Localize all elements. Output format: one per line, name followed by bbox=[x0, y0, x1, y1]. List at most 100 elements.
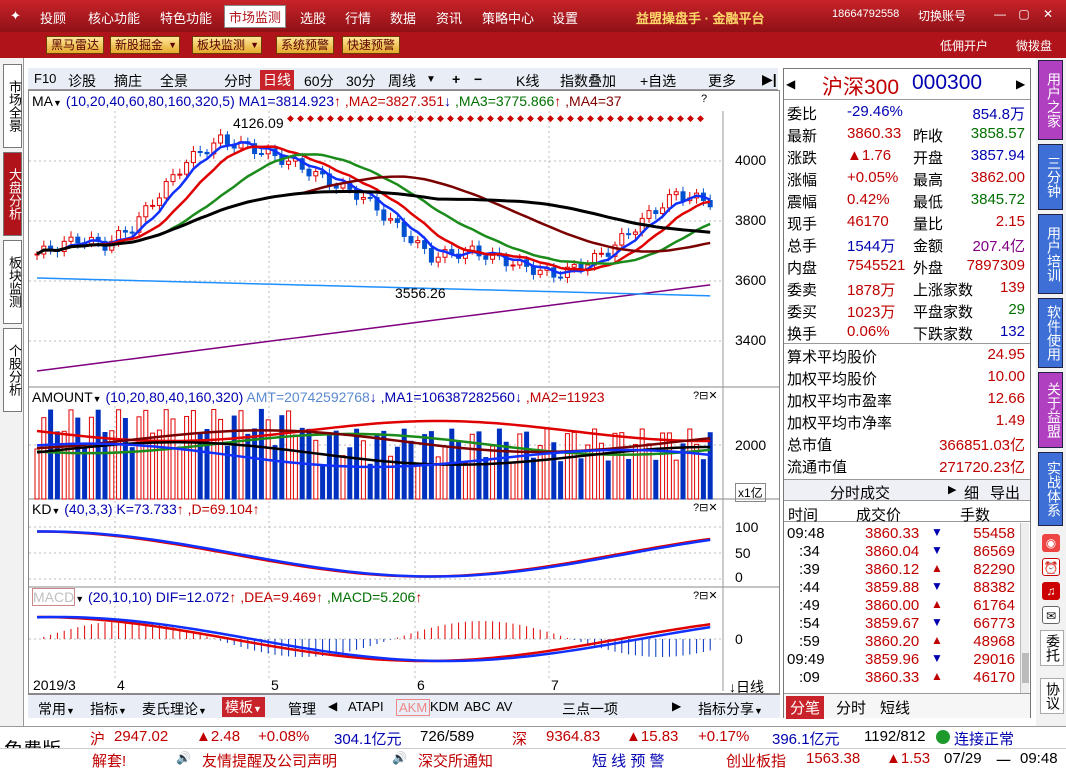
dial-link[interactable]: 微拨盘 bbox=[1016, 37, 1052, 54]
tab-intraday[interactable]: 分时 bbox=[224, 71, 252, 91]
rtab-combat-system[interactable]: 实战体系 bbox=[1038, 452, 1063, 526]
tab-ticks[interactable]: 分笔 bbox=[786, 696, 825, 719]
sector-monitor-button[interactable]: 板块监测 ▼ bbox=[192, 36, 263, 54]
quote-row: 委比 -29.46% 854.8万 bbox=[787, 103, 1029, 125]
diagnose-button[interactable]: 诊股 bbox=[68, 71, 96, 91]
ticks-title[interactable]: 分时成交 bbox=[830, 482, 890, 503]
dropdown-arrow-icon[interactable]: ▼ bbox=[51, 506, 60, 516]
tab-template[interactable]: 模板▼ bbox=[222, 697, 265, 717]
new-stock-button[interactable]: 新股掘金 ▼ bbox=[110, 36, 181, 54]
rtab-training[interactable]: 用户培训 bbox=[1038, 214, 1063, 294]
system-alert-button[interactable]: 系统预警 bbox=[276, 36, 335, 54]
rail-tab-sector-monitor[interactable]: 板块监测 bbox=[3, 240, 22, 324]
stat-label: 算术平均股价 bbox=[787, 349, 878, 366]
scroll-left-icon[interactable]: ◀ bbox=[328, 699, 337, 713]
ticks-scroll-thumb[interactable] bbox=[1022, 653, 1029, 683]
amount-bar bbox=[258, 408, 264, 500]
menu-item-strategy[interactable]: 策略中心 bbox=[482, 8, 534, 27]
tab-daily[interactable]: 日线 bbox=[260, 70, 294, 90]
ticks-scrollbar[interactable] bbox=[1020, 523, 1029, 693]
tab-kdm[interactable]: KDM bbox=[430, 699, 459, 714]
rail-tab-stock-analysis[interactable]: 个股分析 bbox=[3, 328, 22, 412]
tab-abc[interactable]: ABC bbox=[464, 699, 491, 714]
add-favorite-button[interactable]: +自选 bbox=[640, 71, 676, 91]
kline-button[interactable]: K线 bbox=[516, 71, 539, 91]
kd-label[interactable]: KD bbox=[32, 501, 51, 517]
tab-manage[interactable]: 管理 bbox=[288, 699, 316, 719]
candle-body bbox=[537, 269, 543, 275]
f10-button[interactable]: F10 bbox=[34, 71, 56, 86]
switch-account-link[interactable]: 切换账号 bbox=[918, 7, 966, 24]
rtab-about[interactable]: 关于益盟 bbox=[1038, 372, 1063, 448]
index-overlay-button[interactable]: 指数叠加 bbox=[560, 71, 616, 91]
zoom-in-button[interactable]: + bbox=[452, 71, 460, 87]
amount-label[interactable]: AMOUNT bbox=[32, 389, 93, 405]
dropdown-arrow-icon[interactable]: ▼ bbox=[426, 74, 436, 85]
more-button[interactable]: 更多 bbox=[708, 71, 736, 91]
minimize-icon[interactable]: — bbox=[992, 6, 1008, 22]
panel-controls-icon[interactable]: ?⊟✕ bbox=[693, 501, 718, 514]
low-commission-link[interactable]: 低佣开户 bbox=[940, 37, 988, 54]
dropdown-arrow-icon[interactable]: ▼ bbox=[93, 394, 102, 404]
tab-common[interactable]: 常用▼ bbox=[38, 699, 75, 719]
ticks-export-button[interactable]: 导出 bbox=[990, 482, 1020, 503]
tab-30min[interactable]: 30分 bbox=[346, 71, 376, 91]
tab-mai-theory[interactable]: 麦氏理论▼ bbox=[142, 699, 207, 719]
panel-controls-icon[interactable]: ?⊟✕ bbox=[693, 589, 718, 602]
dark-horse-radar-button[interactable]: 黑马雷达 bbox=[46, 36, 105, 54]
amount-bar bbox=[415, 463, 421, 500]
gift-icon[interactable]: ◉ bbox=[1042, 534, 1060, 552]
menu-item-core[interactable]: 核心功能 bbox=[88, 8, 140, 27]
alarm-icon[interactable]: ⏰ bbox=[1042, 558, 1060, 576]
expand-icon[interactable]: ▶| bbox=[762, 71, 777, 88]
menu-item-special[interactable]: 特色功能 bbox=[160, 8, 212, 27]
macd-label[interactable]: MACD bbox=[32, 588, 76, 606]
tab-shortline[interactable]: 短线 bbox=[880, 697, 910, 718]
order-button[interactable]: 委托 bbox=[1040, 630, 1064, 666]
menu-item-data[interactable]: 数据 bbox=[390, 8, 416, 27]
notice-disclaimer-link[interactable]: 友情提醒及公司声明 bbox=[202, 750, 337, 771]
quote-row-value2: 132 bbox=[999, 323, 1025, 340]
menu-item-news[interactable]: 资讯 bbox=[436, 8, 462, 27]
rtab-user-home[interactable]: 用户之家 bbox=[1038, 60, 1063, 140]
ticks-play-icon[interactable]: ▶ bbox=[948, 483, 956, 496]
panorama-button[interactable]: 全景 bbox=[160, 71, 188, 91]
menu-item-quote[interactable]: 行情 bbox=[345, 8, 371, 27]
tab-intraday-quote[interactable]: 分时 bbox=[836, 697, 866, 718]
bell-icon[interactable]: ♫ bbox=[1042, 582, 1060, 600]
prev-stock-icon[interactable]: ◀ bbox=[786, 77, 795, 91]
tab-atapi[interactable]: ATAPI bbox=[348, 699, 384, 714]
maximize-icon[interactable]: ▢ bbox=[1016, 6, 1032, 22]
menu-item-settings[interactable]: 设置 bbox=[552, 8, 578, 27]
agreement-button[interactable]: 协议 bbox=[1040, 678, 1064, 714]
next-stock-icon[interactable]: ▶ bbox=[1016, 77, 1025, 91]
menu-item-select[interactable]: 选股 bbox=[300, 8, 326, 27]
zoom-out-button[interactable]: − bbox=[474, 71, 482, 87]
rail-tab-market-overview[interactable]: 市场全景 bbox=[3, 64, 22, 148]
zhaizhuang-button[interactable]: 摘庄 bbox=[114, 71, 142, 91]
quote-row-label2: 平盘家数 bbox=[913, 304, 974, 321]
short-line-alert-link[interactable]: 短 线 预 警 bbox=[592, 750, 665, 771]
rail-tab-market-analysis[interactable]: 大盘分析 bbox=[3, 152, 22, 236]
rtab-software-usage[interactable]: 软件使用 bbox=[1038, 298, 1063, 368]
scroll-right-icon[interactable]: ▶ bbox=[672, 699, 681, 713]
quote-row-label2: 最高 bbox=[913, 172, 944, 189]
tab-60min[interactable]: 60分 bbox=[304, 71, 334, 91]
notice-szse-link[interactable]: 深交所通知 bbox=[418, 750, 493, 771]
tab-indicators[interactable]: 指标▼ bbox=[90, 699, 127, 719]
panel-controls-icon[interactable]: ?⊟✕ bbox=[693, 389, 718, 402]
tab-weekly[interactable]: 周线 bbox=[388, 71, 416, 91]
quote-row-label: 震幅 bbox=[787, 194, 818, 211]
mail-icon[interactable]: ✉ bbox=[1042, 606, 1060, 624]
indicator-share-button[interactable]: 指标分享▼ bbox=[698, 699, 763, 719]
tab-av[interactable]: AV bbox=[496, 699, 512, 714]
tab-akm[interactable]: AKM bbox=[396, 699, 431, 716]
tab-three-points[interactable]: 三点一项 bbox=[562, 699, 618, 719]
quick-alert-button[interactable]: 快速预警 bbox=[342, 36, 401, 54]
menu-item-tougu[interactable]: 投顾 bbox=[40, 8, 66, 27]
ticks-detail-button[interactable]: 细 bbox=[964, 482, 979, 503]
close-icon[interactable]: ✕ bbox=[1040, 6, 1056, 22]
dropdown-arrow-icon[interactable]: ▼ bbox=[75, 594, 84, 604]
menu-item-market-monitor[interactable]: 市场监测 bbox=[224, 5, 287, 28]
rtab-three-minutes[interactable]: 三分钟 bbox=[1038, 144, 1063, 210]
